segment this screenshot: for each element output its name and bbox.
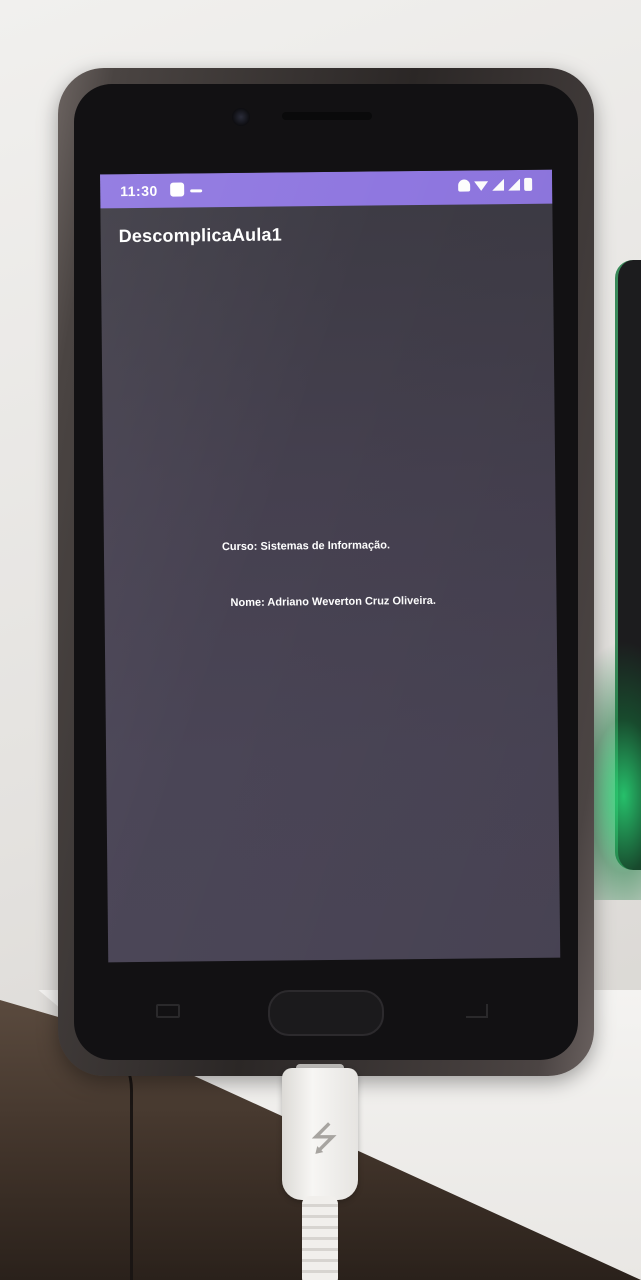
recent-apps-key-icon[interactable] xyxy=(156,1004,180,1018)
status-bar: 11:30 xyxy=(100,169,553,209)
status-time: 11:30 xyxy=(120,182,158,200)
usb-icon: ⭍ xyxy=(310,1120,339,1158)
front-camera-icon xyxy=(232,108,250,126)
wifi-icon xyxy=(474,179,488,191)
status-icons xyxy=(458,177,533,192)
notification-icon xyxy=(170,182,185,197)
course-label: Curso: Sistemas de Informação. xyxy=(221,539,391,554)
name-label: Nome: Adriano Weverton Cruz Oliveira. xyxy=(230,594,436,610)
signal-icon xyxy=(492,179,504,191)
notification-dash-icon xyxy=(190,189,203,193)
usb-cable xyxy=(302,1196,338,1280)
app-title: DescomplicaAula1 xyxy=(118,224,283,247)
signal-secondary-icon xyxy=(508,178,520,190)
screen-glare xyxy=(100,169,561,963)
mute-icon xyxy=(458,178,471,192)
battery-icon xyxy=(524,177,533,191)
earpiece-speaker xyxy=(282,112,372,120)
phone-screen: 11:30 DescomplicaAula1 Curso: Sistemas d… xyxy=(100,169,561,963)
back-key-icon[interactable] xyxy=(466,1004,488,1018)
home-button[interactable] xyxy=(268,990,384,1036)
